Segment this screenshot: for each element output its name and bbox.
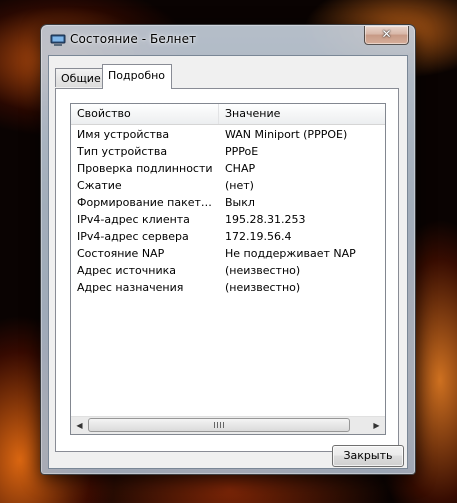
property-name: Сжатие <box>77 179 122 192</box>
tab-general[interactable]: Общие <box>55 68 103 87</box>
list-header: Свойство Значение <box>71 104 385 125</box>
property-name: IPv4-адрес клиента <box>77 213 190 226</box>
grip-icon <box>214 422 224 428</box>
property-value: 195.28.31.253 <box>225 213 306 226</box>
close-icon: ✕ <box>381 27 392 41</box>
list-item[interactable]: Тип устройства PPPoE <box>71 143 385 160</box>
list-rows: Имя устройства WAN Miniport (PPPOE) Тип … <box>71 126 385 296</box>
property-name: Формирование пакетов м... <box>77 196 217 209</box>
property-name: Проверка подлинности <box>77 162 213 175</box>
property-value: Выкл <box>225 196 255 209</box>
tab-details[interactable]: Подробно <box>102 64 172 89</box>
property-value: (нет) <box>225 179 254 192</box>
list-item[interactable]: Сжатие (нет) <box>71 177 385 194</box>
list-item[interactable]: Адрес источника (неизвестно) <box>71 262 385 279</box>
properties-list[interactable]: Свойство Значение Имя устройства WAN Min… <box>70 103 386 435</box>
list-item[interactable]: Адрес назначения (неизвестно) <box>71 279 385 296</box>
list-item[interactable]: Формирование пакетов м... Выкл <box>71 194 385 211</box>
property-name: IPv4-адрес сервера <box>77 230 189 243</box>
close-window-button[interactable]: ✕ <box>364 26 409 45</box>
dialog-client-area: Общие Подробно Свойство Значение Имя уст… <box>48 55 408 469</box>
scroll-left-icon[interactable]: ◀ <box>71 417 88 434</box>
property-name: Адрес источника <box>77 264 176 277</box>
status-dialog: Состояние - Белнет ✕ Общие Подробно Свой… <box>40 24 416 475</box>
property-value: Не поддерживает NAP <box>225 247 356 260</box>
scrollbar-thumb[interactable] <box>88 418 350 432</box>
list-item[interactable]: IPv4-адрес клиента 195.28.31.253 <box>71 211 385 228</box>
scroll-right-icon[interactable]: ▶ <box>368 417 385 434</box>
details-tab-panel: Свойство Значение Имя устройства WAN Min… <box>55 88 399 452</box>
property-name: Адрес назначения <box>77 281 184 294</box>
property-value: WAN Miniport (PPPOE) <box>225 128 348 141</box>
property-name: Тип устройства <box>77 145 168 158</box>
property-value: CHAP <box>225 162 256 175</box>
list-item[interactable]: Имя устройства WAN Miniport (PPPOE) <box>71 126 385 143</box>
property-name: Имя устройства <box>77 128 170 141</box>
property-value: (неизвестно) <box>225 264 301 277</box>
horizontal-scrollbar[interactable]: ◀ ▶ <box>71 416 385 434</box>
title-bar[interactable]: Состояние - Белнет ✕ <box>41 25 415 55</box>
close-button[interactable]: Закрыть <box>332 445 404 467</box>
list-item[interactable]: IPv4-адрес сервера 172.19.56.4 <box>71 228 385 245</box>
property-value: 172.19.56.4 <box>225 230 292 243</box>
network-connection-icon <box>50 34 66 46</box>
window-title: Состояние - Белнет <box>70 32 197 46</box>
list-item[interactable]: Проверка подлинности CHAP <box>71 160 385 177</box>
list-item[interactable]: Состояние NAP Не поддерживает NAP <box>71 245 385 262</box>
property-value: (неизвестно) <box>225 281 301 294</box>
property-name: Состояние NAP <box>77 247 165 260</box>
property-value: PPPoE <box>225 145 259 158</box>
column-header-value[interactable]: Значение <box>219 104 385 124</box>
column-header-property[interactable]: Свойство <box>71 104 219 124</box>
